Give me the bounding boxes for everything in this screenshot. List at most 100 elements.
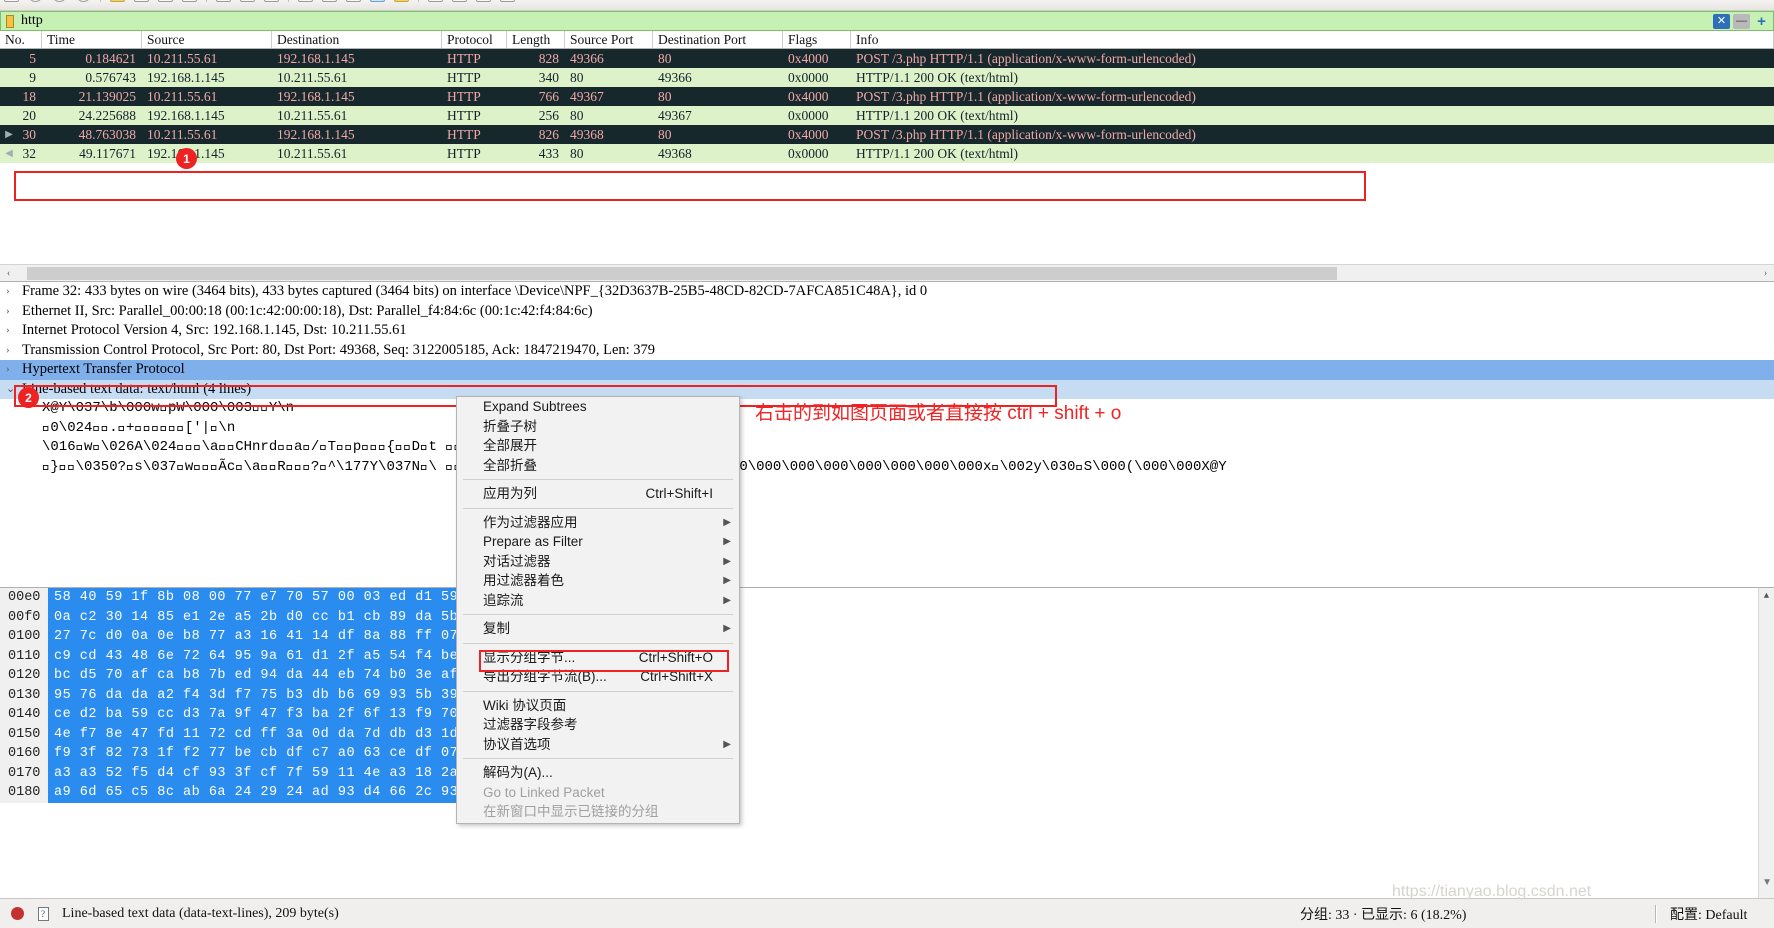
open-file-icon[interactable] xyxy=(110,0,125,2)
menu-item[interactable]: 用过滤器着色 ▶ xyxy=(457,571,739,591)
zoom-in-icon[interactable] xyxy=(428,0,443,2)
hscroll-track[interactable] xyxy=(17,265,1757,281)
menu-item[interactable]: 追踪流 ▶ xyxy=(457,591,739,611)
table-row[interactable]: 20 24.225688 192.168.1.145 10.211.55.61 HTTP… xyxy=(0,106,1774,125)
column-header-length[interactable]: Length xyxy=(507,31,565,48)
hex-dump-row[interactable]: 0170 a3 a3 52 f5 d4 cf 93 3f cf 7f 59 11 … xyxy=(0,763,1774,783)
menu-item[interactable]: Wiki 协议页面 xyxy=(457,696,739,716)
zoom-reset-icon[interactable] xyxy=(476,0,491,2)
table-row[interactable]: 18 21.139025 10.211.55.61 192.168.1.145 HTTP… xyxy=(0,87,1774,106)
expert-info-icon[interactable] xyxy=(8,905,26,923)
detail-tree-item[interactable]: › Ethernet II, Src: Parallel_00:00:18 (00… xyxy=(0,302,1774,322)
menu-item[interactable]: 全部展开 xyxy=(457,436,739,456)
scroll-up-icon[interactable]: ▲ xyxy=(1759,588,1774,604)
detail-tree-item[interactable]: › Frame 32: 433 bytes on wire (3464 bits)… xyxy=(0,282,1774,302)
column-header-flags[interactable]: Flags xyxy=(783,31,851,48)
row-expander-icon[interactable] xyxy=(2,68,16,87)
autoscroll-icon[interactable] xyxy=(370,0,385,2)
column-header-source[interactable]: Source xyxy=(142,31,272,48)
clear-filter-icon[interactable]: ✕ xyxy=(1713,13,1730,29)
menu-item[interactable]: Prepare as Filter ▶ xyxy=(457,532,739,552)
scroll-left-icon[interactable]: ‹ xyxy=(0,265,17,282)
menu-item[interactable]: 复制 ▶ xyxy=(457,619,739,639)
first-packet-icon[interactable] xyxy=(322,0,337,2)
save-file-icon[interactable] xyxy=(134,0,149,2)
column-header-no[interactable]: No. xyxy=(0,31,42,48)
colorize-icon[interactable] xyxy=(394,0,409,2)
chevron-right-icon[interactable]: › xyxy=(6,360,22,380)
last-packet-icon[interactable] xyxy=(346,0,361,2)
capture-file-icon[interactable]: ? xyxy=(34,905,52,923)
row-expander-icon[interactable] xyxy=(2,49,16,68)
menu-item[interactable]: 协议首选项 ▶ xyxy=(457,735,739,755)
reload-file-icon[interactable] xyxy=(182,0,197,2)
menu-item[interactable]: 对话过滤器 ▶ xyxy=(457,552,739,572)
column-header-source-port[interactable]: Source Port xyxy=(565,31,653,48)
detail-tree-item[interactable]: › Internet Protocol Version 4, Src: 192.1… xyxy=(0,321,1774,341)
display-filter-bar[interactable]: ✕ — + xyxy=(0,11,1774,31)
detail-tree-item[interactable]: › Hypertext Transfer Protocol xyxy=(0,360,1774,380)
menu-item[interactable]: 过滤器字段参考 xyxy=(457,715,739,735)
menu-item[interactable]: 全部折叠 xyxy=(457,456,739,476)
zoom-out-icon[interactable] xyxy=(452,0,467,2)
column-header-protocol[interactable]: Protocol xyxy=(442,31,507,48)
status-profile[interactable]: 配置: Default xyxy=(1670,904,1747,924)
menu-item[interactable]: 显示分组字节... Ctrl+Shift+O xyxy=(457,648,739,668)
menu-item[interactable]: Expand Subtrees xyxy=(457,397,739,417)
row-expander-icon[interactable] xyxy=(2,87,16,106)
row-expander-icon[interactable]: ▶ xyxy=(2,125,16,144)
table-row[interactable]: 5 0.184621 10.211.55.61 192.168.1.145 HTTP 82… xyxy=(0,49,1774,68)
column-header-destination-port[interactable]: Destination Port xyxy=(653,31,783,48)
chevron-right-icon[interactable]: › xyxy=(6,341,22,361)
capture-options-icon[interactable] xyxy=(76,0,91,2)
column-header-destination[interactable]: Destination xyxy=(272,31,442,48)
hex-dump-row[interactable]: 0110 c9 cd 43 48 6e 72 64 95 9a 61 d1 2f … xyxy=(0,646,1774,666)
chevron-right-icon[interactable]: › xyxy=(6,302,22,322)
detail-tree-item[interactable]: ⌄ Line-based text data: text/html (4 line… xyxy=(0,379,1774,399)
chevron-right-icon[interactable]: › xyxy=(6,282,22,302)
scroll-down-icon[interactable]: ▼ xyxy=(1762,877,1772,888)
menu-item[interactable]: 作为过滤器应用 ▶ xyxy=(457,513,739,533)
hex-dump-row[interactable]: 00e0 58 40 59 1f 8b 08 00 77 e7 70 57 00 … xyxy=(0,588,1774,608)
hex-dump-row[interactable]: 0160 f9 3f 82 73 1f f2 77 be cb df c7 a0 … xyxy=(0,744,1774,764)
row-expander-icon[interactable] xyxy=(2,106,16,125)
stop-capture-icon[interactable] xyxy=(28,0,43,2)
detail-tree-item[interactable]: › Transmission Control Protocol, Src Port… xyxy=(0,341,1774,361)
hex-dump-row[interactable]: 0180 a9 6d 65 c5 8c ab 6a 24 29 24 ad 93 … xyxy=(0,783,1774,803)
close-file-icon[interactable] xyxy=(158,0,173,2)
go-forward-icon[interactable] xyxy=(264,0,279,2)
context-menu[interactable]: Expand Subtrees 折叠子树 全部展开 全部折叠 应用为列 Ctrl+Shif… xyxy=(456,396,740,824)
hex-dump-row[interactable]: 0140 ce d2 ba 59 cc d3 7a 9f 47 f3 ba 2f … xyxy=(0,705,1774,725)
row-expander-icon[interactable]: ◀ xyxy=(2,144,16,163)
column-header-time[interactable]: Time xyxy=(42,31,142,48)
table-row[interactable]: 9 0.576743 192.168.1.145 10.211.55.61 HTTP 34… xyxy=(0,68,1774,87)
chevron-right-icon[interactable]: › xyxy=(6,321,22,341)
filter-bookmark-icon[interactable] xyxy=(3,12,17,30)
packet-bytes-pane[interactable]: 00e0 58 40 59 1f 8b 08 00 77 e7 70 57 00 … xyxy=(0,587,1774,898)
packet-list-hscrollbar[interactable]: ‹ › xyxy=(0,264,1774,281)
hex-vscrollbar[interactable]: ▲ xyxy=(1758,588,1774,898)
display-filter-input[interactable] xyxy=(17,12,1713,30)
restart-capture-icon[interactable] xyxy=(52,0,67,2)
go-to-packet-icon[interactable] xyxy=(298,0,313,2)
column-header-info[interactable]: Info xyxy=(851,31,1774,48)
packet-list-pane[interactable]: No. Time Source Destination Protocol Len… xyxy=(0,31,1774,281)
table-row[interactable]: ◀3249.117671192.168.1.14510.211.55.61HTT… xyxy=(0,144,1774,163)
menu-item[interactable]: 导出分组字节流(B)... Ctrl+Shift+X xyxy=(457,667,739,687)
start-capture-icon[interactable] xyxy=(4,0,19,2)
go-back-icon[interactable] xyxy=(240,0,255,2)
hex-dump-row[interactable]: 00f0 0a c2 30 14 85 e1 2e a5 2b d0 cc b1 … xyxy=(0,607,1774,627)
scroll-right-icon[interactable]: › xyxy=(1757,265,1774,282)
packet-detail-pane[interactable]: › Frame 32: 433 bytes on wire (3464 bits)… xyxy=(0,281,1774,587)
hex-dump-row[interactable]: 0100 27 7c d0 0a 0e b8 77 a3 16 41 14 df … xyxy=(0,627,1774,647)
hscroll-thumb[interactable] xyxy=(27,266,1337,280)
find-packet-icon[interactable] xyxy=(216,0,231,2)
menu-item[interactable]: 应用为列 Ctrl+Shift+I xyxy=(457,484,739,504)
apply-filter-icon[interactable]: — xyxy=(1733,13,1750,29)
hex-dump-row[interactable]: 0150 4e f7 8e 47 fd 11 72 cd ff 3a 0d da … xyxy=(0,724,1774,744)
table-row[interactable]: ▶ 30 48.763038 10.211.55.61 192.168.1.145 HTT… xyxy=(0,125,1774,144)
hex-dump-row[interactable]: 0130 95 76 da da a2 f4 3d f7 75 b3 db b6 … xyxy=(0,685,1774,705)
resize-columns-icon[interactable] xyxy=(500,0,515,2)
hex-dump-row[interactable]: 0120 bc d5 70 af ca b8 7b ed 94 da 44 eb … xyxy=(0,666,1774,686)
add-filter-button-icon[interactable]: + xyxy=(1753,14,1770,29)
